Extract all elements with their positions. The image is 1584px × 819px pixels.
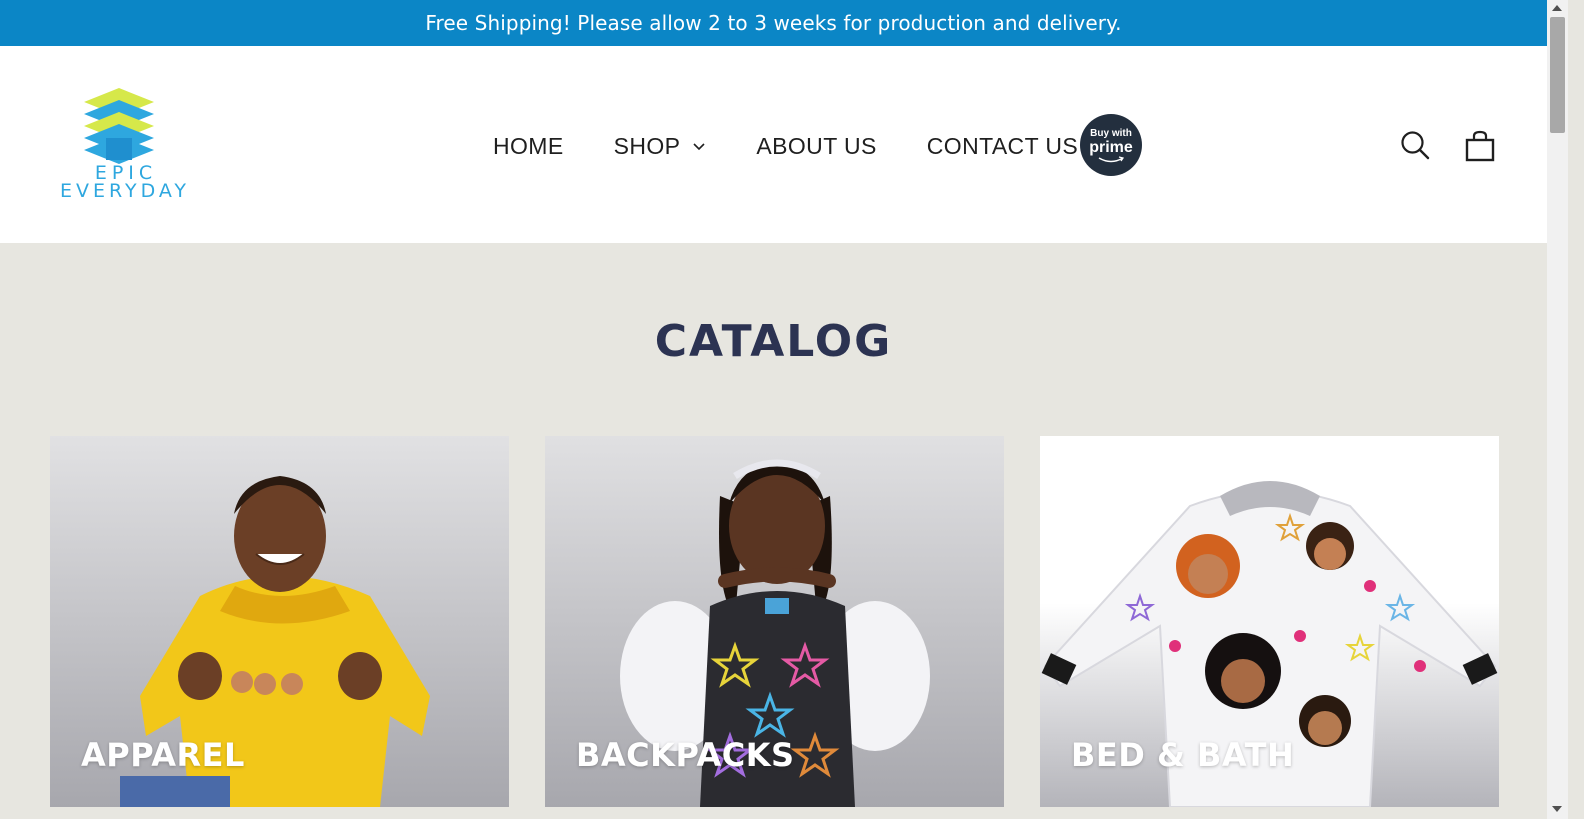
buy-with-prime-badge[interactable]: Buy with prime bbox=[1080, 114, 1142, 176]
page-scrollbar[interactable] bbox=[1547, 0, 1568, 819]
logo[interactable]: EPIC EVERYDAY bbox=[50, 86, 200, 206]
nav-contact-us[interactable]: CONTACT US bbox=[927, 133, 1078, 160]
prime-badge-line1: Buy with bbox=[1090, 128, 1132, 139]
card-label-bed-bath: BED & BATH bbox=[1071, 736, 1295, 774]
card-label-backpacks: BACKPACKS bbox=[576, 736, 795, 774]
nav-about-us[interactable]: ABOUT US bbox=[756, 133, 876, 160]
amazon-smile-icon bbox=[1098, 156, 1124, 163]
nav-home-label: HOME bbox=[493, 132, 564, 159]
cart-button[interactable] bbox=[1465, 130, 1495, 162]
search-button[interactable] bbox=[1400, 130, 1430, 160]
scrollbar-thumb[interactable] bbox=[1550, 17, 1565, 133]
nav-shop[interactable]: SHOP bbox=[614, 133, 707, 160]
cart-icon bbox=[1465, 130, 1495, 162]
card-label-apparel: APPAREL bbox=[81, 736, 245, 774]
nav-about-us-label: ABOUT US bbox=[756, 132, 877, 159]
catalog-card-apparel[interactable]: APPAREL bbox=[50, 436, 509, 807]
scroll-down-arrow-icon[interactable] bbox=[1551, 804, 1563, 814]
site-header: EPIC EVERYDAY HOME SHOP ABOUT US CONTACT… bbox=[0, 46, 1547, 243]
logo-mark-icon bbox=[84, 88, 154, 164]
prime-badge-line2: prime bbox=[1089, 139, 1133, 156]
catalog-card-bed-bath[interactable]: BED & BATH bbox=[1040, 436, 1499, 807]
scroll-up-arrow-icon[interactable] bbox=[1551, 3, 1563, 13]
main-nav: HOME SHOP ABOUT US CONTACT US bbox=[493, 126, 1128, 166]
catalog-title: CATALOG bbox=[654, 316, 893, 367]
nav-contact-us-label: CONTACT US bbox=[926, 132, 1079, 159]
announcement-text: Free Shipping! Please allow 2 to 3 weeks… bbox=[425, 11, 1122, 35]
search-icon bbox=[1401, 131, 1430, 160]
catalog-card-backpacks[interactable]: BACKPACKS bbox=[545, 436, 1004, 807]
chevron-down-icon bbox=[693, 143, 705, 151]
logo-wordmark: EPIC EVERYDAY bbox=[50, 164, 200, 202]
logo-line-everyday: EVERYDAY bbox=[59, 180, 191, 202]
nav-home[interactable]: HOME bbox=[493, 133, 564, 160]
nav-shop-label: SHOP bbox=[613, 132, 681, 159]
announcement-bar: Free Shipping! Please allow 2 to 3 weeks… bbox=[0, 0, 1547, 46]
